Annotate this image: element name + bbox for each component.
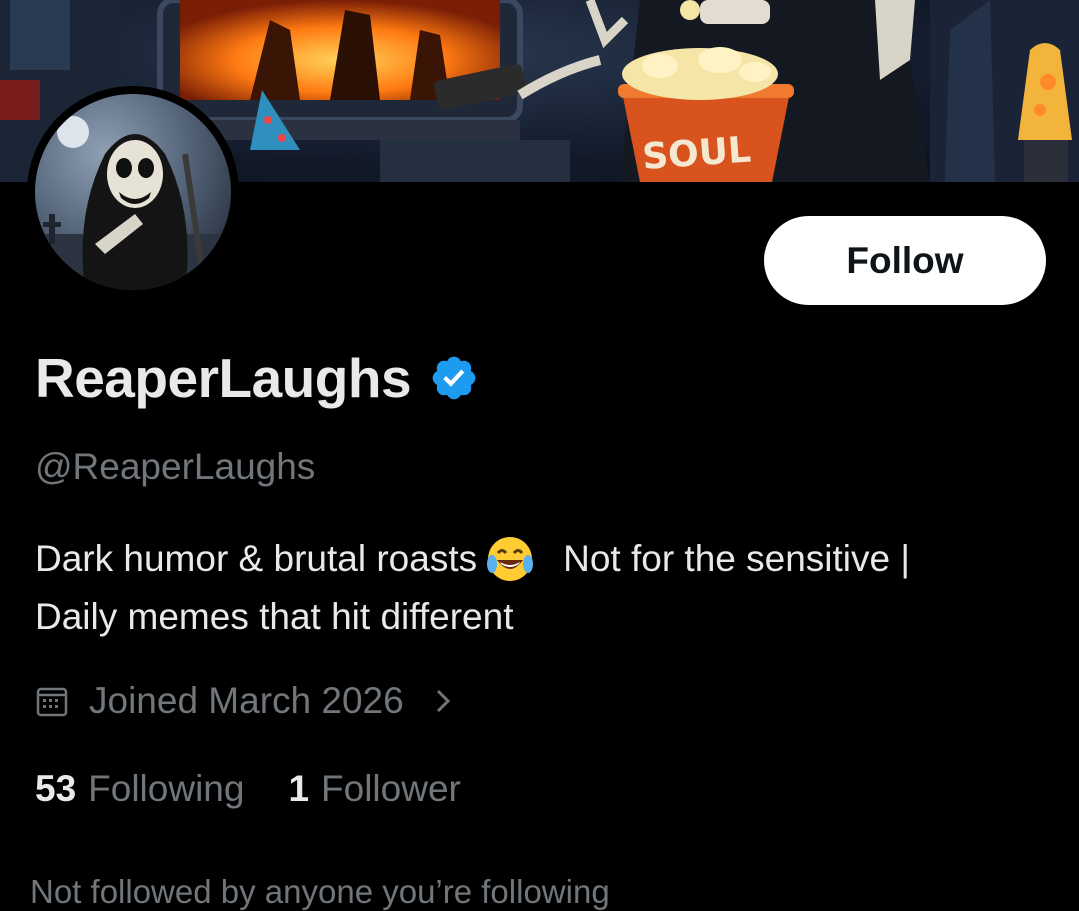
joined-date-row[interactable]: Joined March 2026 [35,676,456,726]
follow-stats: 53 Following 1 Follower [35,764,505,814]
chevron-right-icon[interactable] [432,684,456,718]
bio: Dark humor & brutal roasts Not for the s… [35,530,1055,646]
handle: @ReaperLaughs [35,446,316,487]
avatar-image [35,94,231,290]
verified-badge-icon[interactable] [429,353,479,403]
joined-date: Joined March 2026 [89,680,404,721]
display-name: ReaperLaughs [35,347,412,409]
followers-count: 1 [288,768,310,809]
face-with-tears-of-joy-icon [487,537,534,581]
popcorn-bucket-text: SOUL [641,130,752,178]
calendar-icon [36,687,68,717]
following-count: 53 [35,768,77,809]
bio-line-2: Daily memes that hit different [35,596,514,637]
followed-by-note: Not followed by anyone you’re following [30,873,610,910]
followers-link[interactable]: 1 Follower [288,768,460,810]
bio-text-part-2: Not for the sensitive | [563,538,910,579]
grim-reaper-avatar-illustration [35,116,231,290]
following-link[interactable]: 53 Following [35,768,244,810]
bio-line-1: Dark humor & brutal roasts Not for the s… [35,530,1055,588]
name-row: ReaperLaughs [35,343,479,413]
avatar[interactable] [27,86,239,298]
following-label: Following [88,768,245,809]
follow-button[interactable]: Follow [764,216,1046,305]
followers-label: Follower [321,768,461,809]
bio-text-part-1: Dark humor & brutal roasts [35,538,478,579]
